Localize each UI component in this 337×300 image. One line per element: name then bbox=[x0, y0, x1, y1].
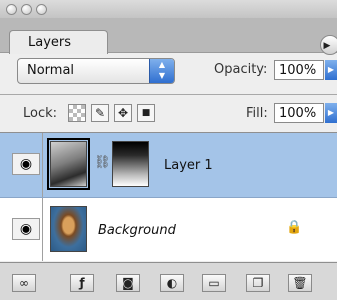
divider bbox=[42, 198, 43, 261]
new-group-icon[interactable]: ▭ bbox=[202, 274, 226, 292]
lock-transparent-icon[interactable] bbox=[68, 104, 86, 122]
divider bbox=[42, 133, 43, 197]
new-layer-icon[interactable]: ❐ bbox=[246, 274, 270, 292]
opacity-label: Opacity: bbox=[214, 62, 268, 77]
layer-mask-thumbnail[interactable] bbox=[112, 141, 149, 187]
divider bbox=[0, 94, 337, 95]
lock-image-icon[interactable]: ✎ bbox=[91, 104, 109, 122]
lock-label: Lock: bbox=[23, 106, 58, 121]
layer-style-icon[interactable]: ƒ bbox=[70, 274, 94, 292]
layer-name: Background bbox=[98, 223, 176, 238]
tab-strip: Layers ▶ bbox=[0, 18, 337, 55]
layer-1-thumbnail[interactable] bbox=[47, 138, 90, 190]
fill-field[interactable]: 100% bbox=[274, 103, 324, 123]
opacity-slider-button[interactable]: ▶ bbox=[325, 60, 337, 80]
layer-row-background[interactable]: ◉ Background 🔒 bbox=[0, 198, 337, 261]
blend-mode-select[interactable]: Normal ▲ ▼ bbox=[17, 58, 175, 84]
fill-label: Fill: bbox=[246, 106, 268, 121]
blend-mode-value: Normal bbox=[27, 63, 75, 78]
chain-link-icon[interactable]: ⛓ bbox=[94, 155, 111, 170]
layers-panel: Layers ▶ Normal ▲ ▼ Opacity: 100% ▶ Lock:… bbox=[0, 0, 337, 300]
close-icon[interactable] bbox=[6, 4, 17, 15]
link-layers-icon[interactable]: ∞ bbox=[12, 274, 36, 292]
background-thumbnail[interactable] bbox=[50, 206, 87, 252]
delete-layer-icon[interactable]: 🗑 bbox=[288, 274, 312, 292]
eye-icon[interactable]: ◉ bbox=[12, 153, 40, 175]
lock-all-icon[interactable]: ■ bbox=[137, 104, 155, 122]
lock-position-icon[interactable]: ✥ bbox=[114, 104, 132, 122]
chevron-updown-icon: ▲ ▼ bbox=[149, 59, 174, 83]
fill-slider-button[interactable]: ▶ bbox=[325, 103, 337, 123]
layers-list: ◉ ⛓ Layer 1 ◉ Background 🔒 bbox=[0, 132, 337, 261]
tab-label: Layers bbox=[28, 35, 72, 50]
panel-menu-button[interactable]: ▶ bbox=[320, 35, 337, 55]
title-bar bbox=[0, 0, 337, 18]
tab-layers[interactable]: Layers bbox=[9, 30, 108, 54]
layers-toolbar: ∞ ƒ ◙ ◐ ▭ ❐ 🗑 bbox=[0, 262, 337, 300]
layer-row-layer-1[interactable]: ◉ ⛓ Layer 1 bbox=[0, 133, 337, 198]
minimize-icon[interactable] bbox=[21, 4, 32, 15]
add-mask-icon[interactable]: ◙ bbox=[116, 274, 140, 292]
adjustment-layer-icon[interactable]: ◐ bbox=[160, 274, 184, 292]
zoom-icon[interactable] bbox=[36, 4, 47, 15]
lock-icon: 🔒 bbox=[286, 220, 303, 235]
layer-name: Layer 1 bbox=[164, 158, 213, 173]
eye-icon[interactable]: ◉ bbox=[12, 218, 40, 240]
opacity-field[interactable]: 100% bbox=[274, 60, 324, 80]
